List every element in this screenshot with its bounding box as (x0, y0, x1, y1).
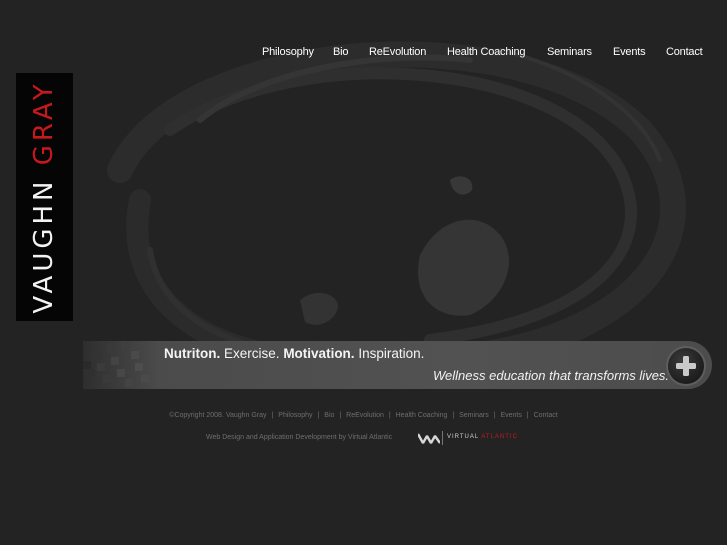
nav-philosophy[interactable]: Philosophy (262, 46, 314, 58)
credit-text: Web Design and Application Development b… (206, 434, 393, 441)
footer-link-bio[interactable]: Bio (324, 412, 334, 419)
footer-separator: | (388, 412, 391, 419)
tagline-word-2: Exercise. (224, 346, 280, 361)
nav-bio[interactable]: Bio (333, 46, 349, 58)
footer-separator: | (526, 412, 529, 419)
footer-separator: | (493, 412, 496, 419)
footer-link-philosophy[interactable]: Philosophy (278, 412, 312, 419)
logo-text: VAUGHN GRAY (29, 80, 59, 313)
nav-events[interactable]: Events (613, 46, 646, 58)
nav-reevolution[interactable]: ReEvolution (369, 46, 426, 58)
tagline-word-4: Inspiration. (358, 346, 425, 361)
footer-link-seminars[interactable]: Seminars (459, 412, 489, 419)
footer-link-contact[interactable]: Contact (534, 412, 558, 419)
va-divider (442, 431, 443, 445)
va-word-virtual: VIRTUAL (447, 434, 480, 440)
footer-separator: | (339, 412, 342, 419)
footer-link-health-coaching[interactable]: Health Coaching (396, 412, 448, 419)
va-wordmark: VIRTUAL ATLANTIC (447, 434, 518, 440)
nav-contact[interactable]: Contact (666, 46, 703, 58)
va-word-atlantic: ATLANTIC (481, 434, 518, 440)
tagline-word-3: Motivation. (283, 346, 355, 361)
logo-last-name: GRAY (29, 80, 59, 166)
plus-icon (676, 356, 696, 376)
footer-link-reevolution[interactable]: ReEvolution (346, 412, 384, 419)
tagline: Nutriton. Exercise. Motivation. Inspirat… (164, 346, 424, 361)
footer-links: ©Copyright 2008. Vaughn Gray | Philosoph… (0, 412, 727, 419)
virtual-atlantic-logo[interactable]: VIRTUAL ATLANTIC (418, 431, 538, 445)
logo-first-name: VAUGHN (29, 177, 59, 314)
tagline-word-1: Nutriton. (164, 346, 221, 361)
banner-subtitle: Wellness education that transforms lives… (433, 368, 670, 383)
expand-button[interactable] (668, 348, 704, 384)
copyright: ©Copyright 2008. Vaughn Gray (169, 412, 267, 419)
site-logo[interactable]: VAUGHN GRAY (16, 73, 73, 321)
background-swirl (107, 41, 686, 371)
footer-link-events[interactable]: Events (500, 412, 521, 419)
virtual-atlantic-mark-icon (418, 433, 440, 444)
nav-seminars[interactable]: Seminars (547, 46, 592, 58)
footer-separator: | (271, 412, 274, 419)
footer-separator: | (317, 412, 320, 419)
footer-separator: | (452, 412, 455, 419)
nav-health-coaching[interactable]: Health Coaching (447, 46, 526, 58)
main-nav: Philosophy Bio ReEvolution Health Coachi… (0, 46, 727, 62)
